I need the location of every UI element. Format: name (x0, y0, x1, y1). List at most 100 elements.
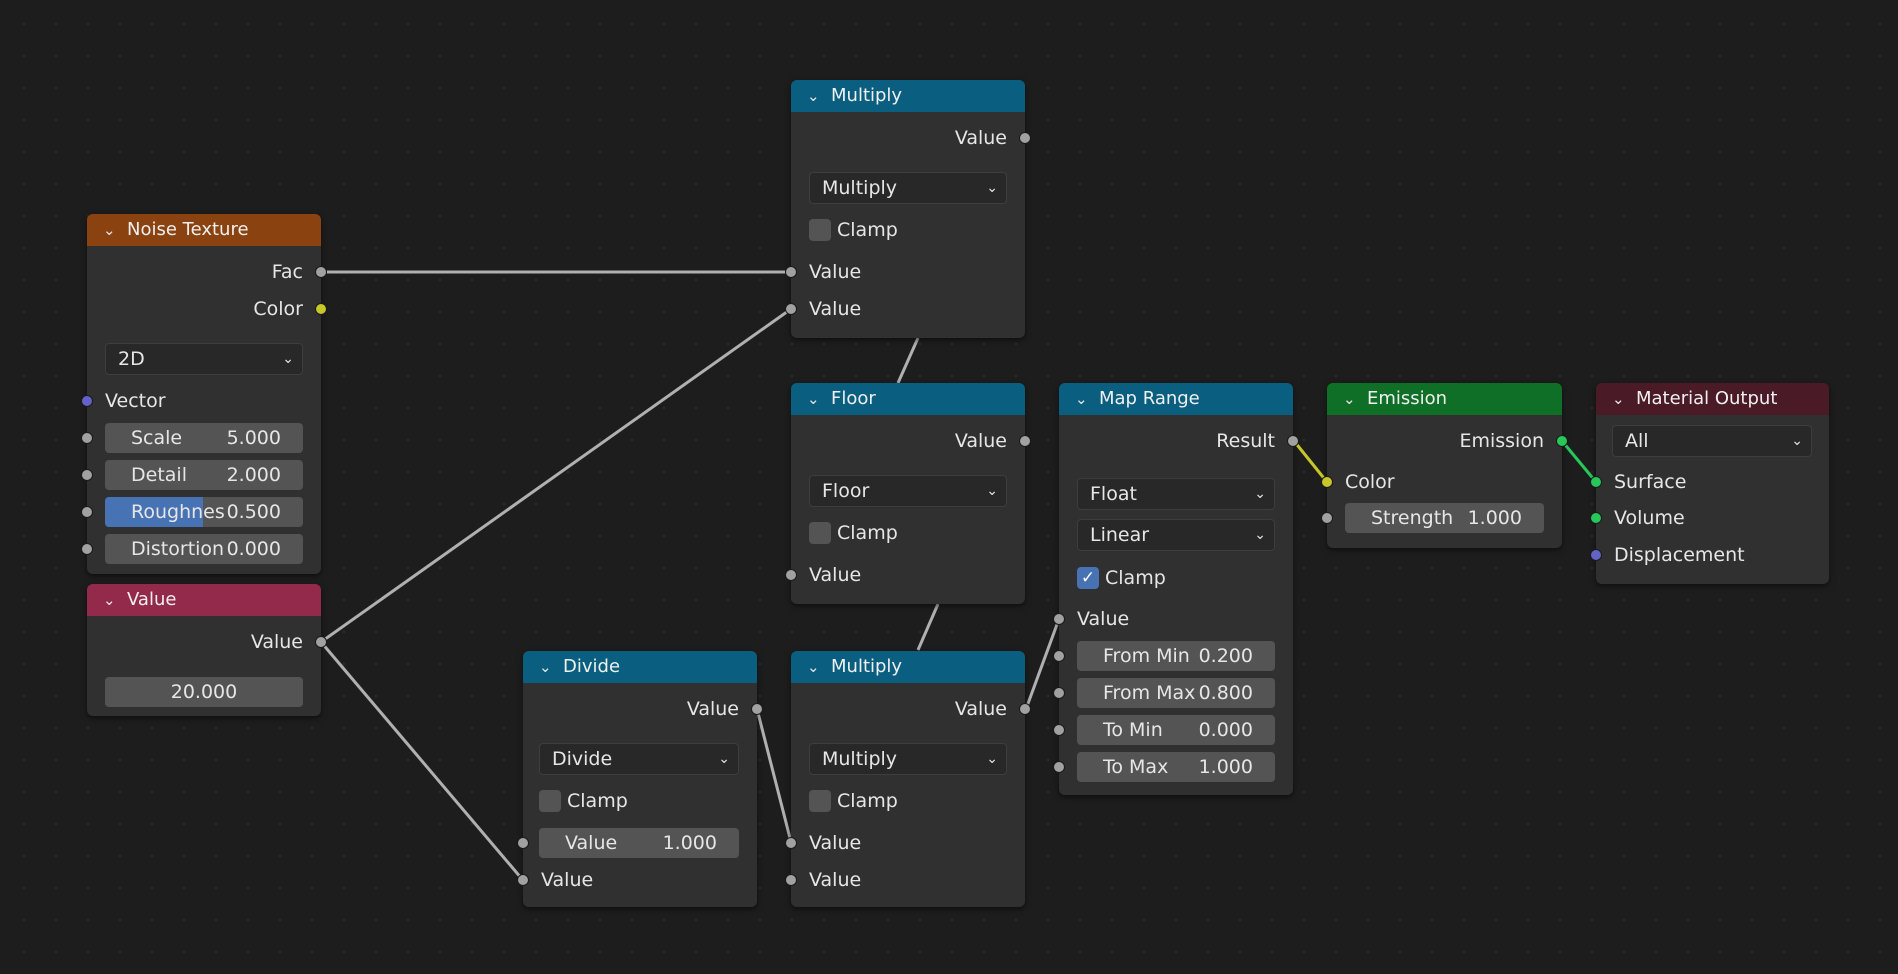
input-value-2-socket[interactable] (785, 874, 797, 886)
floor-node[interactable]: ⌄ Floor Value Floor ⌄ Clamp Value (785, 383, 1031, 604)
output-color-socket[interactable] (315, 303, 327, 315)
target-dropdown[interactable]: All ⌄ (1612, 425, 1812, 457)
input-value-1-socket[interactable] (785, 266, 797, 278)
input-detail-socket[interactable] (81, 469, 93, 481)
input-value-2-socket[interactable] (785, 303, 797, 315)
field-label: From Max (1103, 682, 1196, 704)
divide-node[interactable]: ⌄ Divide Value Divide ⌄ Clamp Value 1.00… (517, 651, 763, 907)
clamp-checkbox[interactable] (539, 790, 561, 812)
input-surface-socket[interactable] (1590, 476, 1602, 488)
material-output-node[interactable]: ⌄ Material Output All ⌄ Surface Volume D… (1590, 383, 1829, 584)
operation-dropdown[interactable]: Multiply ⌄ (809, 172, 1007, 204)
field-value: 0.000 (1198, 719, 1253, 741)
clamp-label: Clamp (837, 219, 898, 241)
output-value-label: Value (250, 631, 303, 653)
dropdown-value: Floor (822, 480, 870, 502)
node-header[interactable]: ⌄ Map Range (1059, 383, 1293, 415)
dropdown-value: Multiply (822, 177, 898, 199)
interpolation-dropdown[interactable]: Linear ⌄ (1077, 519, 1275, 551)
input-displacement-socket[interactable] (1590, 549, 1602, 561)
value-node[interactable]: ⌄ Value Value 20.000 (87, 584, 327, 716)
node-header[interactable]: ⌄ Material Output (1596, 383, 1829, 415)
field-value: 5.000 (226, 427, 281, 449)
clamp-checkbox[interactable] (809, 522, 831, 544)
node-header[interactable]: ⌄ Noise Texture (87, 214, 321, 246)
chevron-down-icon[interactable]: ⌄ (807, 80, 820, 112)
multiply-node-top[interactable]: ⌄ Multiply Value Multiply ⌄ Clamp Value … (785, 80, 1031, 338)
clamp-checkbox[interactable] (809, 219, 831, 241)
node-header[interactable]: ⌄ Multiply (791, 80, 1025, 112)
output-value-socket[interactable] (1019, 703, 1031, 715)
input-strength-socket[interactable] (1321, 512, 1333, 524)
output-result-socket[interactable] (1287, 435, 1299, 447)
input-value-1-socket[interactable] (517, 837, 529, 849)
emission-node[interactable]: ⌄ Emission Emission Color Strength 1.000 (1321, 383, 1568, 548)
node-title: Emission (1367, 388, 1448, 409)
node-header[interactable]: ⌄ Floor (791, 383, 1025, 415)
dropdown-value: 2D (118, 348, 145, 370)
from-max-field[interactable]: From Max 0.800 (1077, 678, 1275, 708)
input-value-1-socket[interactable] (785, 837, 797, 849)
operation-dropdown[interactable]: Multiply ⌄ (809, 743, 1007, 775)
output-value-socket[interactable] (751, 703, 763, 715)
multiply-node-bottom[interactable]: ⌄ Multiply Value Multiply ⌄ Clamp Value … (785, 651, 1031, 907)
chevron-down-icon[interactable]: ⌄ (103, 584, 116, 616)
node-header[interactable]: ⌄ Value (87, 584, 321, 616)
node-header[interactable]: ⌄ Multiply (791, 651, 1025, 683)
operation-dropdown[interactable]: Divide ⌄ (539, 743, 739, 775)
chevron-down-icon[interactable]: ⌄ (807, 651, 820, 683)
roughness-field[interactable]: Roughnes 0.500 (105, 497, 303, 527)
operation-dropdown[interactable]: Floor ⌄ (809, 475, 1007, 507)
chevron-down-icon[interactable]: ⌄ (807, 383, 820, 415)
value-field[interactable]: 20.000 (105, 677, 303, 707)
dimension-dropdown[interactable]: 2D ⌄ (105, 343, 303, 375)
value-field[interactable]: Value 1.000 (539, 828, 739, 858)
input-color-socket[interactable] (1321, 476, 1333, 488)
data-type-dropdown[interactable]: Float ⌄ (1077, 478, 1275, 510)
to-max-field[interactable]: To Max 1.000 (1077, 752, 1275, 782)
output-emission-label: Emission (1459, 430, 1544, 452)
dropdown-value: Multiply (822, 748, 898, 770)
input-from-min-socket[interactable] (1053, 650, 1065, 662)
input-volume-socket[interactable] (1590, 512, 1602, 524)
input-value-socket[interactable] (785, 569, 797, 581)
scale-field[interactable]: Scale 5.000 (105, 423, 303, 453)
detail-field[interactable]: Detail 2.000 (105, 460, 303, 490)
chevron-down-icon[interactable]: ⌄ (1075, 383, 1088, 415)
input-roughness-socket[interactable] (81, 506, 93, 518)
output-value-socket[interactable] (315, 636, 327, 648)
input-color-label: Color (1345, 471, 1395, 493)
input-vector-socket[interactable] (81, 395, 93, 407)
input-value-socket[interactable] (1053, 613, 1065, 625)
distortion-field[interactable]: Distortion 0.000 (105, 534, 303, 564)
noise-texture-node[interactable]: ⌄ Noise Texture Fac Color 2D ⌄ Vector Sc… (81, 214, 327, 574)
field-label: Strength (1371, 507, 1454, 529)
input-value-1-label: Value (809, 261, 862, 283)
output-fac-socket[interactable] (315, 266, 327, 278)
chevron-down-icon[interactable]: ⌄ (539, 651, 552, 683)
to-min-field[interactable]: To Min 0.000 (1077, 715, 1275, 745)
output-emission-socket[interactable] (1556, 435, 1568, 447)
node-title: Noise Texture (127, 219, 249, 240)
node-header[interactable]: ⌄ Divide (523, 651, 757, 683)
chevron-down-icon[interactable]: ⌄ (1343, 383, 1356, 415)
from-min-field[interactable]: From Min 0.200 (1077, 641, 1275, 671)
strength-field[interactable]: Strength 1.000 (1345, 503, 1544, 533)
node-title: Map Range (1099, 388, 1200, 409)
clamp-checkbox[interactable]: ✓ (1077, 567, 1099, 589)
input-from-max-socket[interactable] (1053, 687, 1065, 699)
input-to-max-socket[interactable] (1053, 761, 1065, 773)
node-header[interactable]: ⌄ Emission (1327, 383, 1562, 415)
input-value-2-socket[interactable] (517, 874, 529, 886)
dropdown-value: Linear (1090, 524, 1150, 546)
output-value-socket[interactable] (1019, 132, 1031, 144)
clamp-checkbox[interactable] (809, 790, 831, 812)
chevron-down-icon[interactable]: ⌄ (103, 214, 116, 246)
input-distortion-socket[interactable] (81, 543, 93, 555)
input-scale-socket[interactable] (81, 432, 93, 444)
chevron-down-icon[interactable]: ⌄ (1612, 383, 1625, 415)
input-to-min-socket[interactable] (1053, 724, 1065, 736)
output-fac-label: Fac (271, 261, 303, 283)
map-range-node[interactable]: ⌄ Map Range Result Float ⌄ Linear ⌄ ✓ Cl… (1053, 383, 1299, 795)
output-value-socket[interactable] (1019, 435, 1031, 447)
